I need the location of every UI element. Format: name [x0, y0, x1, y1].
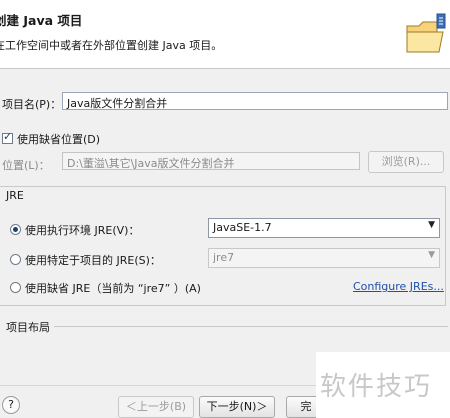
- project-layout-divider: [54, 326, 448, 327]
- next-button[interactable]: 下一步(N)＞: [199, 396, 275, 418]
- wizard-description: 在工作空间中或者在外部位置创建 Java 项目。: [0, 39, 223, 52]
- watermark-text: 软件技巧: [320, 372, 433, 402]
- project-layout-group-label: 项目布局: [6, 321, 50, 334]
- project-name-input[interactable]: Java版文件分割合并: [62, 92, 448, 110]
- back-button[interactable]: ＜上一步(B): [118, 396, 194, 418]
- watermark: 软件技巧: [316, 352, 450, 418]
- use-default-location-label: 使用缺省位置(D): [17, 133, 101, 146]
- project-name-label: 项目名(P)：: [2, 98, 62, 111]
- wizard-banner: 创建 Java 项目 在工作空间中或者在外部位置创建 Java 项目。: [0, 0, 450, 69]
- use-default-location-checkbox[interactable]: ✓: [2, 130, 13, 144]
- location-input[interactable]: D:\董溢\其它\Java版文件分割合并: [62, 152, 360, 170]
- jre-group-box: [0, 186, 446, 306]
- checkmark-icon: ✓: [3, 130, 13, 143]
- help-icon[interactable]: ?: [2, 396, 20, 414]
- location-label: 位置(L)：: [2, 159, 50, 172]
- folder-icon: [406, 13, 446, 53]
- wizard-title: 创建 Java 项目: [0, 13, 83, 28]
- browse-button[interactable]: 浏览(R)...: [368, 151, 444, 173]
